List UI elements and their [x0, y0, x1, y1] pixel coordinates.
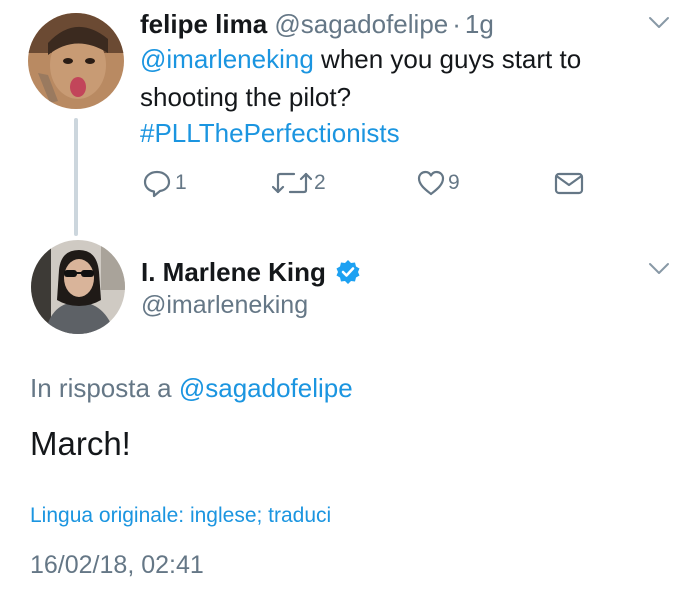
tweet-header: felipe lima @sagadofelipe · 1g: [140, 7, 494, 41]
thread-line: [74, 118, 78, 236]
translate-link[interactable]: Lingua originale: inglese; traduci: [30, 502, 331, 530]
like-count: 9: [448, 171, 460, 194]
chevron-down-icon[interactable]: [648, 262, 670, 276]
author-name[interactable]: felipe lima: [140, 9, 267, 39]
retweet-icon: [272, 172, 312, 194]
header-separator: ·: [452, 9, 461, 39]
mention-link[interactable]: @imarleneking: [140, 44, 314, 74]
reply-timestamp[interactable]: 16/02/18, 02:41: [30, 549, 204, 581]
reply-author-handle[interactable]: @imarleneking: [141, 290, 308, 320]
avatar-marlene[interactable]: [31, 240, 125, 334]
avatar-image: [31, 240, 125, 334]
tweet-text-part: when you guys start to: [313, 44, 582, 74]
tweet-text-line2: shooting the pilot?: [140, 82, 352, 112]
author-handle[interactable]: @sagadofelipe: [274, 9, 448, 39]
reply-to-link[interactable]: @sagadofelipe: [179, 373, 353, 403]
reply-author-row: I. Marlene King: [141, 256, 361, 288]
reply-author-name[interactable]: I. Marlene King: [141, 257, 326, 287]
dm-icon: [554, 172, 584, 195]
like-icon: [417, 170, 445, 196]
hashtag-link[interactable]: #PLLThePerfectionists: [140, 116, 400, 150]
chevron-down-icon[interactable]: [648, 16, 670, 30]
tweet-text-line1: @imarleneking when you guys start to: [140, 42, 581, 76]
dm-button[interactable]: [553, 166, 585, 200]
verified-badge-icon: [336, 260, 360, 284]
reply-count: 1: [175, 171, 187, 194]
avatar-image: [28, 13, 124, 109]
reply-button[interactable]: 1: [142, 166, 187, 200]
reply-context: In risposta a @sagadofelipe: [30, 371, 353, 405]
retweet-count: 2: [314, 171, 326, 194]
reply-prefix: In risposta a: [30, 373, 179, 403]
like-button[interactable]: 9: [416, 166, 460, 200]
tweet-time[interactable]: 1g: [465, 9, 494, 39]
avatar-felipe[interactable]: [28, 13, 124, 109]
retweet-button[interactable]: 2: [272, 166, 326, 200]
reply-text: March!: [30, 425, 131, 462]
reply-icon: [143, 170, 171, 198]
